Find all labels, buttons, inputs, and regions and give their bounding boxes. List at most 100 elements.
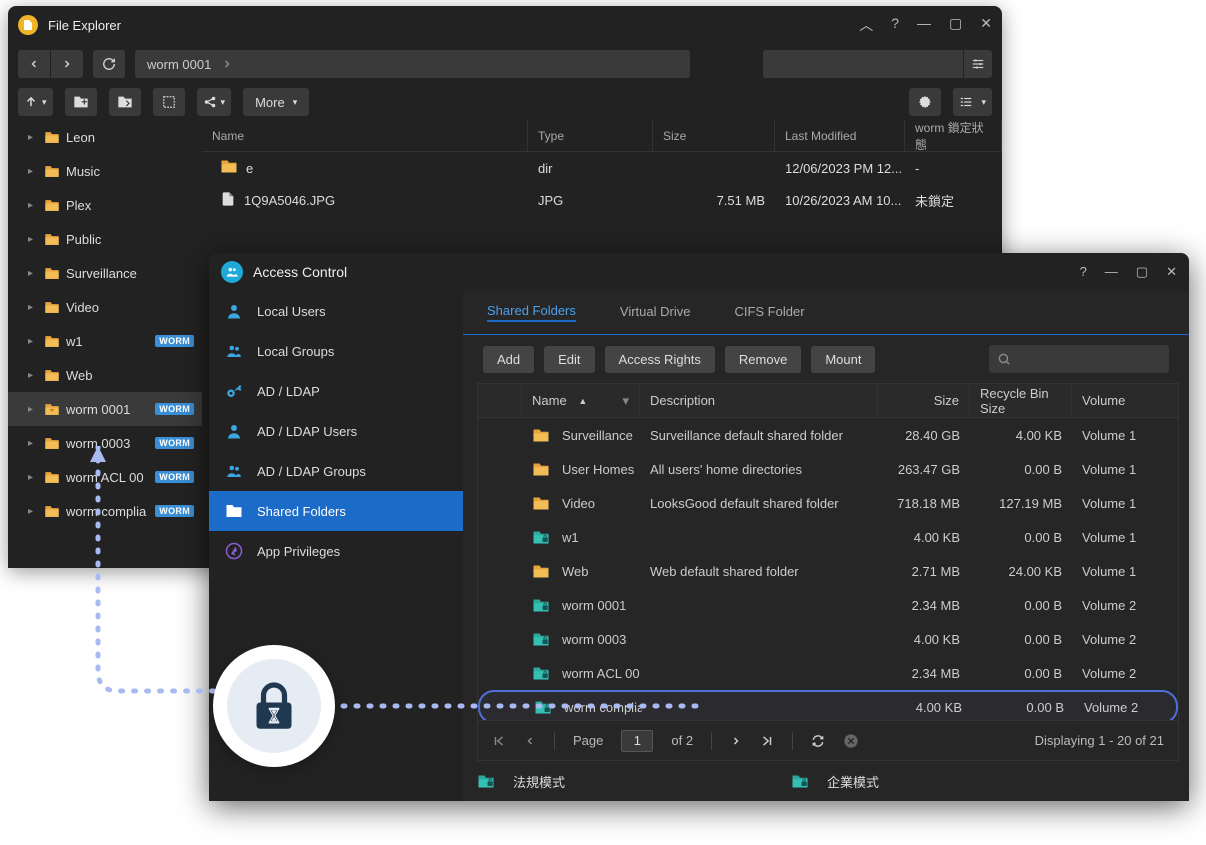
sidebar-item[interactable]: AD / LDAP [209, 371, 463, 411]
refresh-button[interactable] [93, 50, 125, 78]
share-button[interactable]: ▾ [197, 88, 232, 116]
back-button[interactable] [18, 50, 50, 78]
add-button[interactable]: Add [483, 346, 534, 373]
table-row[interactable]: worm compliance ...4.00 KB0.00 BVolume 2 [478, 690, 1178, 720]
upload-button[interactable]: ▾ [18, 88, 53, 116]
lock-badge [213, 645, 335, 767]
help-icon[interactable]: ? [891, 15, 899, 35]
table-row[interactable]: w14.00 KB0.00 BVolume 1 [478, 520, 1178, 554]
tree-item-label: Surveillance [66, 266, 202, 281]
new-folder-button[interactable] [65, 88, 97, 116]
select-all-button[interactable] [153, 88, 185, 116]
next-page-button[interactable] [730, 735, 742, 747]
close-icon[interactable]: ✕ [1166, 264, 1177, 280]
column-name[interactable]: Name [202, 120, 528, 151]
folder-name: w1 [562, 530, 579, 545]
table-row[interactable]: worm 00034.00 KB0.00 BVolume 2 [478, 622, 1178, 656]
tab-virtual-drive[interactable]: Virtual Drive [620, 304, 691, 321]
folder-icon [44, 470, 60, 484]
table-row[interactable]: User HomesAll users' home directories263… [478, 452, 1178, 486]
access-control-window: Access Control ? — ▢ ✕ Local UsersLocal … [209, 253, 1189, 801]
sidebar-item[interactable]: Local Groups [209, 331, 463, 371]
breadcrumb[interactable]: worm 0001 [135, 50, 690, 78]
tree-item[interactable]: ▸worm 0003WORM [8, 426, 202, 460]
mount-button[interactable]: Mount [811, 346, 875, 373]
sidebar-item[interactable]: Shared Folders [209, 491, 463, 531]
column-volume[interactable]: Volume [1072, 384, 1178, 417]
tree-item[interactable]: ▸Web [8, 358, 202, 392]
more-button[interactable]: More ▾ [243, 88, 309, 116]
maximize-icon[interactable]: ▢ [1136, 264, 1148, 280]
edit-button[interactable]: Edit [544, 346, 594, 373]
column-menu-icon[interactable]: ▾ [622, 393, 629, 409]
table-row[interactable]: worm ACL 0012.34 MB0.00 BVolume 2 [478, 656, 1178, 690]
folder-volume: Volume 1 [1072, 452, 1178, 486]
folder-recycle-size: 127.19 MB [970, 486, 1072, 520]
refresh-button[interactable] [811, 734, 825, 748]
column-type[interactable]: Type [528, 120, 653, 151]
file-row[interactable]: 1Q9A5046.JPGJPG7.51 MB10/26/2023 AM 10..… [202, 184, 1002, 216]
sidebar-item[interactable]: App Privileges [209, 531, 463, 571]
tree-item[interactable]: ▸Plex [8, 188, 202, 222]
column-description[interactable]: Description [640, 384, 878, 417]
column-worm[interactable]: worm 鎖定狀態 [905, 120, 1002, 151]
folder-volume: Volume 2 [1074, 692, 1176, 720]
minimize-icon[interactable]: — [1105, 264, 1118, 280]
settings-button[interactable] [909, 88, 941, 116]
column-size[interactable]: Size [878, 384, 970, 417]
access-rights-button[interactable]: Access Rights [605, 346, 715, 373]
column-checkbox[interactable] [478, 384, 522, 417]
help-icon[interactable]: ? [1080, 264, 1087, 280]
tree-item[interactable]: ▸Public [8, 222, 202, 256]
view-mode-button[interactable]: ▾ [953, 88, 992, 116]
column-size[interactable]: Size [653, 120, 775, 151]
clear-button[interactable] [843, 733, 859, 749]
table-row[interactable]: WebWeb default shared folder2.71 MB24.00… [478, 554, 1178, 588]
tree-item[interactable]: ▸Music [8, 154, 202, 188]
forward-button[interactable] [51, 50, 83, 78]
breadcrumb-segment[interactable]: worm 0001 [147, 57, 211, 72]
tree-item[interactable]: ▸Leon [8, 120, 202, 154]
tree-item[interactable]: ▸worm compliaWORM [8, 494, 202, 528]
first-page-button[interactable] [492, 734, 506, 748]
copy-button[interactable] [109, 88, 141, 116]
minimize-to-tray-icon[interactable]: ︿ [859, 15, 873, 35]
folder-name: worm ACL 001 [562, 666, 640, 681]
search-input[interactable] [763, 50, 963, 78]
table-row[interactable]: SurveillanceSurveillance default shared … [478, 418, 1178, 452]
folder-recycle-size: 24.00 KB [970, 554, 1072, 588]
folder-tree[interactable]: ▸Leon▸Music▸Plex▸Public▸Surveillance▸Vid… [8, 120, 202, 568]
tree-item[interactable]: ▸w1WORM [8, 324, 202, 358]
tab-shared-folders[interactable]: Shared Folders [487, 303, 576, 322]
folder-recycle-size: 0.00 B [970, 622, 1072, 656]
folder-search-input[interactable] [989, 345, 1169, 373]
sidebar-item[interactable]: Local Users [209, 291, 463, 331]
tree-item[interactable]: ▸worm ACL 00WORM [8, 460, 202, 494]
folder-icon [532, 462, 550, 477]
tree-item[interactable]: ▸Video [8, 290, 202, 324]
folder-size: 28.40 GB [878, 418, 970, 452]
advanced-search-button[interactable] [964, 50, 992, 78]
column-recycle[interactable]: Recycle Bin Size [970, 384, 1072, 417]
tree-item[interactable]: ▸Surveillance [8, 256, 202, 290]
remove-button[interactable]: Remove [725, 346, 801, 373]
worm-folder-icon [791, 774, 809, 789]
sidebar-item[interactable]: AD / LDAP Groups [209, 451, 463, 491]
sidebar-item[interactable]: AD / LDAP Users [209, 411, 463, 451]
last-page-button[interactable] [760, 734, 774, 748]
maximize-icon[interactable]: ▢ [949, 15, 962, 35]
tree-item[interactable]: ▸worm 0001WORM [8, 392, 202, 426]
minimize-icon[interactable]: — [917, 15, 931, 35]
page-total: of 2 [671, 733, 693, 748]
column-name[interactable]: Name ▲▾ [522, 384, 640, 417]
page-input[interactable] [621, 730, 653, 752]
folder-size: 718.18 MB [878, 486, 970, 520]
sidebar-item-label: Local Users [257, 304, 326, 319]
column-modified[interactable]: Last Modified [775, 120, 905, 151]
table-row[interactable]: worm 00012.34 MB0.00 BVolume 2 [478, 588, 1178, 622]
file-row[interactable]: edir12/06/2023 PM 12...- [202, 152, 1002, 184]
tab-cifs-folder[interactable]: CIFS Folder [734, 304, 804, 321]
prev-page-button[interactable] [524, 735, 536, 747]
table-row[interactable]: VideoLooksGood default shared folder718.… [478, 486, 1178, 520]
close-icon[interactable]: ✕ [980, 15, 992, 35]
